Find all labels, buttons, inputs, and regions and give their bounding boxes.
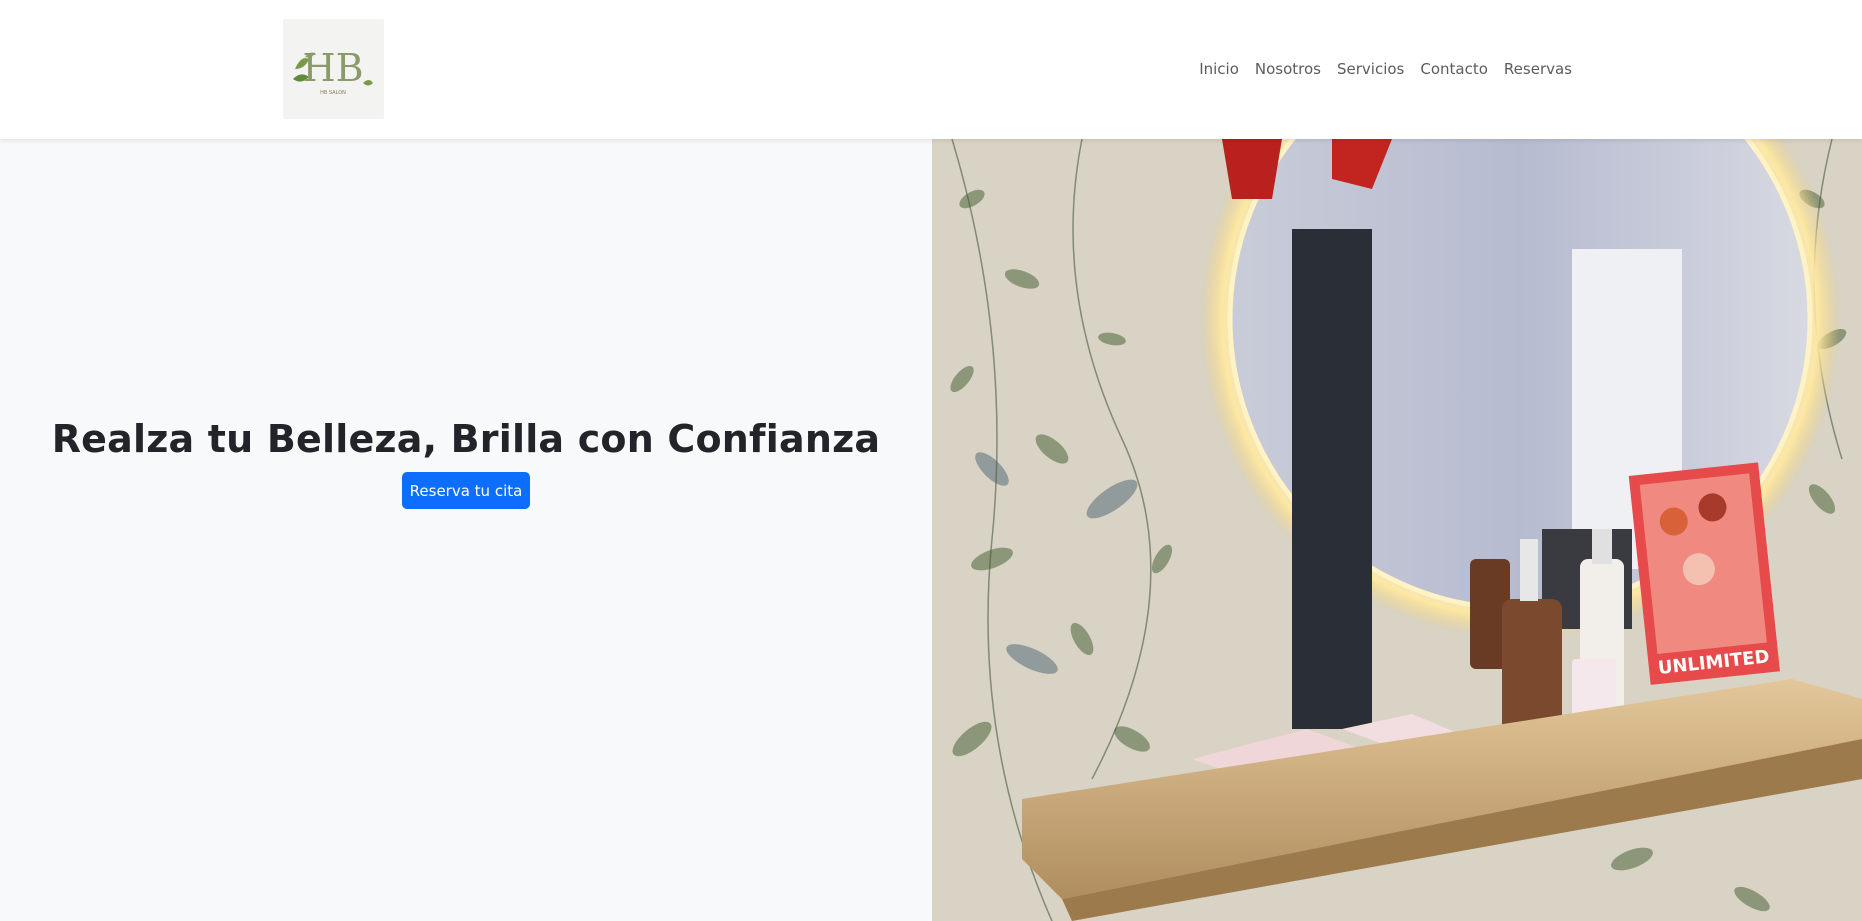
salon-mirror-photo: UNLIMITED: [932, 139, 1862, 921]
hero-section: Realza tu Belleza, Brilla con Confianza …: [0, 139, 932, 921]
nav-link-contacto[interactable]: Contacto: [1420, 57, 1488, 81]
navbar: HB HB SALON Inicio Nosotros Servicios Co…: [0, 0, 1862, 139]
logo-image: HB HB SALON: [283, 19, 384, 119]
hero-title: Realza tu Belleza, Brilla con Confianza: [51, 417, 881, 461]
book-appointment-button[interactable]: Reserva tu cita: [402, 472, 530, 509]
main-nav: Inicio Nosotros Servicios Contacto Reser…: [1199, 57, 1572, 81]
brand-logo[interactable]: HB HB SALON: [283, 19, 384, 119]
nav-link-inicio[interactable]: Inicio: [1199, 57, 1239, 81]
svg-text:HB SALON: HB SALON: [320, 90, 346, 96]
svg-text:HB: HB: [302, 46, 363, 90]
nav-link-servicios[interactable]: Servicios: [1337, 57, 1404, 81]
nav-link-nosotros[interactable]: Nosotros: [1255, 57, 1321, 81]
nav-link-reservas[interactable]: Reservas: [1504, 57, 1572, 81]
